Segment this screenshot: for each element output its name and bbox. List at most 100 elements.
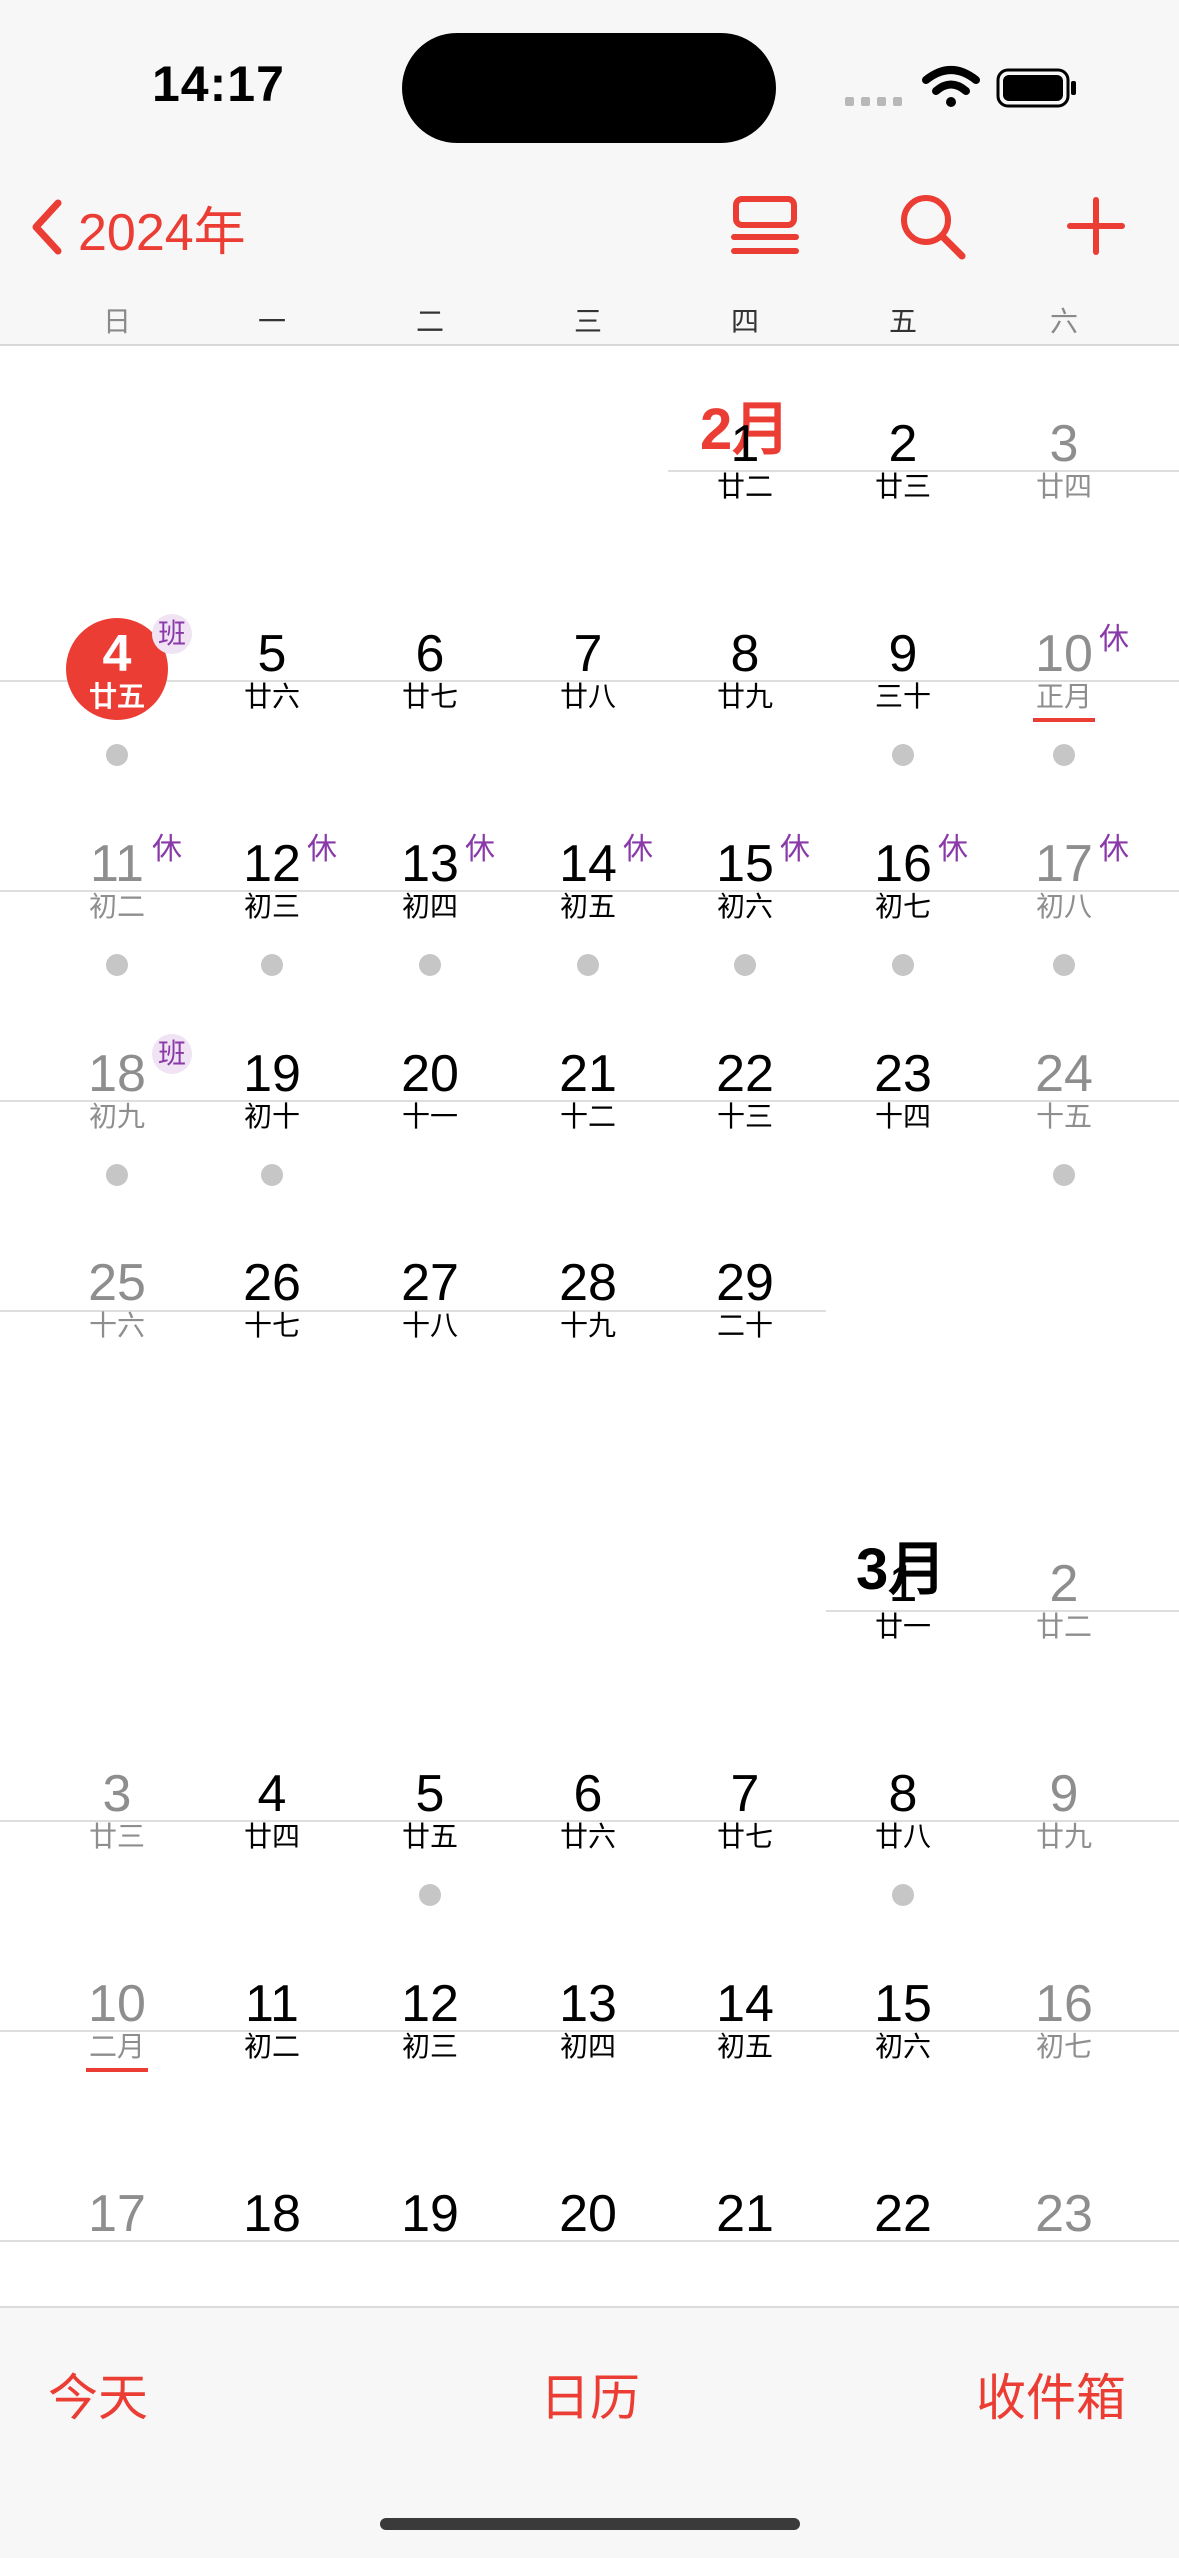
event-dot [1053,954,1075,976]
lunar-date: 廿六 [559,1821,616,1852]
lunar-date: 廿八 [874,1821,931,1852]
day-number: 15 [874,1975,932,2033]
day-number: 14 [716,1975,774,2033]
day-number: 23 [874,1045,932,1103]
day-number: 22 [874,2185,932,2243]
add-icon[interactable] [1066,196,1126,256]
event-dot [419,954,441,976]
workday-badge: 班 [152,1034,192,1074]
back-label: 2024年 [78,203,246,262]
chevron-left-icon [32,199,62,255]
lunar-date: 廿二 [1035,1611,1092,1642]
status-time: 14:17 [152,56,285,112]
weekday-label: 二 [415,306,444,337]
day-number: 8 [888,1765,918,1823]
lunar-date: 十五 [1035,1101,1092,1132]
lunar-date: 初十 [243,1101,300,1132]
back-button[interactable]: 2024年 [26,192,246,262]
day-number: 11 [245,1975,299,2033]
day-number: 1 [730,415,760,473]
holiday-badge: 休 [938,833,968,866]
event-dot [261,954,283,976]
lunar-date: 十七 [243,1310,300,1341]
day-number: 8 [730,625,760,683]
lunar-date: 十八 [401,1310,458,1341]
lunar-date: 二十 [716,1310,773,1341]
lunar-date: 廿三 [874,471,931,502]
calendar-scroll[interactable]: 2月 3月 1 廿二 2 廿三 3 廿四 4 廿五班 5 廿六 6 廿七 7 廿八 8 廿九 9 三十 10 正月休 1… [0,346,1179,2306]
day-number: 3 [1049,415,1079,473]
day-number: 23 [1035,2185,1093,2243]
day-number: 12 [401,1975,459,2033]
event-dot [892,954,914,976]
day-number: 9 [888,625,918,683]
lunar-date: 正月 [1035,681,1092,712]
day-number: 24 [1035,1045,1093,1103]
lunar-date: 初五 [559,891,616,922]
event-dot [106,744,128,766]
lunar-date: 廿九 [716,681,773,712]
weekday-label: 一 [257,306,286,337]
lunar-date: 廿七 [401,681,458,712]
day-number: 19 [401,2185,459,2243]
day-number: 3 [102,1765,132,1823]
lunar-date: 廿九 [1035,1821,1092,1852]
day-number: 27 [401,1254,459,1312]
weekday-label: 三 [573,306,602,337]
lunar-date: 廿三 [88,1821,145,1852]
day-number: 21 [559,1045,617,1103]
lunar-date: 廿四 [243,1821,300,1852]
day-number: 20 [401,1045,459,1103]
day-number: 5 [415,1765,445,1823]
lunar-date: 十六 [88,1310,145,1341]
day-number: 19 [243,1045,301,1103]
weekday-label: 四 [730,306,759,337]
lunar-date: 廿五 [401,1821,458,1852]
lunar-date: 二月 [88,2031,145,2062]
wifi-icon [922,66,980,107]
holiday-badge: 休 [780,833,810,866]
day-number: 25 [88,1254,146,1312]
day-number: 16 [1035,1975,1093,2033]
event-dot [106,1164,128,1186]
event-dot [261,1164,283,1186]
lunar-date: 初三 [243,891,300,922]
day-number: 21 [716,2185,774,2243]
bottom-toolbar: 今天 日历 收件箱 [0,2306,1179,2558]
lunar-date: 初六 [716,891,773,922]
day-number: 2 [888,415,918,473]
today-button[interactable]: 今天 [48,2358,148,2430]
lunar-date: 十四 [874,1101,931,1132]
holiday-badge: 休 [307,833,337,866]
header: 14:17 2024年 日 一 二 三 四 五 六 [0,0,1179,346]
holiday-badge: 休 [1099,623,1129,656]
list-view-icon[interactable] [730,195,800,261]
battery-icon [996,68,1076,108]
lunar-date: 初五 [716,2031,773,2062]
day-number: 17 [88,2185,146,2243]
event-dot [419,1884,441,1906]
lunar-date: 十一 [401,1101,458,1132]
lunar-date: 初四 [401,891,458,922]
lunar-date: 廿五 [88,681,145,712]
lunar-date: 初七 [1035,2031,1092,2062]
holiday-badge: 休 [152,833,182,866]
lunar-month-underline [1033,718,1095,722]
weekday-label: 六 [1049,306,1078,337]
inbox-button[interactable]: 收件箱 [976,2358,1126,2430]
lunar-date: 廿一 [874,1611,931,1642]
lunar-date: 十三 [716,1101,773,1132]
event-dot [1053,744,1075,766]
search-icon[interactable] [898,192,968,262]
day-number: 9 [1049,1765,1079,1823]
lunar-date: 三十 [874,681,931,712]
day-number: 28 [559,1254,617,1312]
signal-icon [845,97,902,106]
lunar-date: 初七 [874,891,931,922]
day-number: 1 [888,1555,918,1613]
calendars-button[interactable]: 日历 [540,2358,640,2430]
day-number: 26 [243,1254,301,1312]
lunar-date: 初二 [88,891,145,922]
day-number: 7 [730,1765,760,1823]
lunar-date: 初九 [88,1101,145,1132]
